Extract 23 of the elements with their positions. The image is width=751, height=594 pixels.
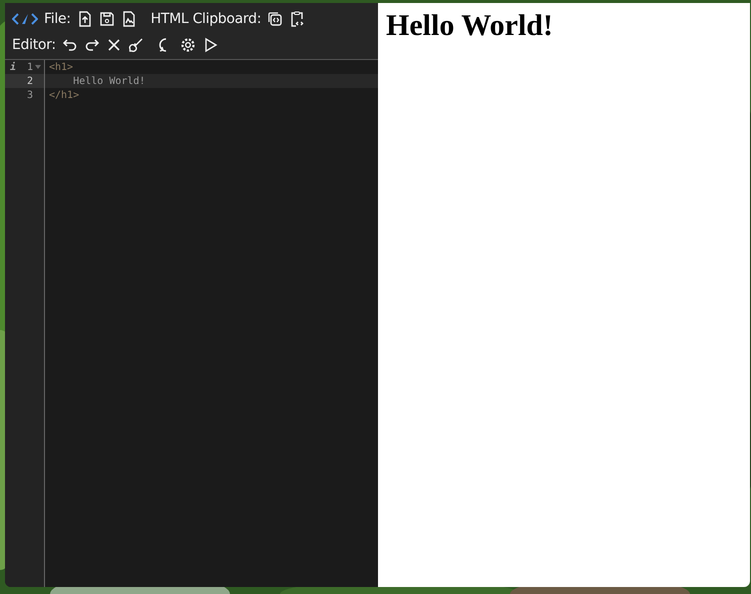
undo-icon[interactable] (62, 37, 78, 53)
save-icon[interactable] (98, 11, 115, 27)
fold-caret-icon[interactable] (35, 65, 41, 69)
file-upload-icon[interactable] (76, 11, 93, 27)
brush-icon[interactable] (128, 37, 144, 53)
redo-icon[interactable] (84, 37, 100, 53)
code-icon[interactable] (12, 12, 38, 26)
copy-code-icon[interactable] (267, 11, 284, 27)
close-icon[interactable] (106, 37, 122, 53)
editor-label: Editor: (12, 37, 56, 53)
image-file-icon[interactable] (120, 11, 137, 27)
clipboard-label: HTML Clipboard: (150, 11, 262, 27)
preview-heading: Hello World! (386, 9, 554, 43)
code-text: </h1> (49, 90, 80, 100)
info-marker: i (10, 62, 16, 72)
file-label: File: (44, 11, 71, 27)
line-number: 1 (26, 62, 33, 72)
line-number: 2 (26, 76, 33, 86)
line-number: 3 (26, 90, 33, 100)
settings-icon[interactable] (180, 37, 196, 53)
code-text: Hello World! (72, 76, 146, 86)
paste-code-icon[interactable] (289, 11, 306, 27)
code-text: <h1> (49, 62, 74, 72)
